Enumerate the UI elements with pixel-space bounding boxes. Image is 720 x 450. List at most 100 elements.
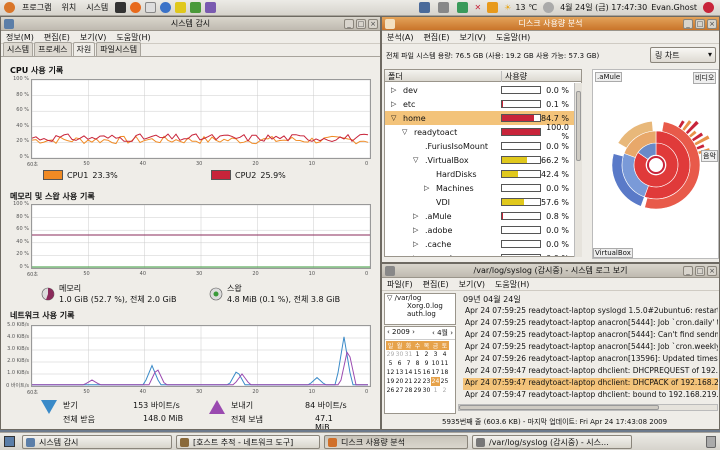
calendar-year[interactable]: ‹ 2009 › bbox=[387, 328, 415, 338]
menu-applications[interactable]: 프로그램 bbox=[17, 2, 56, 13]
log-scrollbar-thumb[interactable] bbox=[459, 405, 659, 410]
log-titlebar[interactable]: /var/log/syslog (감시중) - 시스템 로그 보기 _ □ × bbox=[382, 264, 719, 278]
calendar-day[interactable]: 6 bbox=[395, 359, 404, 368]
calendar-day[interactable]: 28 bbox=[404, 386, 413, 395]
log-line[interactable]: Apr 24 07:59:25 readytoact-laptop anacro… bbox=[463, 330, 718, 342]
memory-pie-icon[interactable] bbox=[41, 287, 55, 301]
calendar-day[interactable]: 8 bbox=[413, 359, 422, 368]
tree-row[interactable]: ▷ etc 0.1 % bbox=[385, 97, 580, 111]
help-launcher-icon[interactable] bbox=[160, 2, 172, 13]
calendar-day[interactable]: 2 bbox=[440, 386, 449, 395]
log-close-button[interactable]: × bbox=[707, 266, 717, 276]
log-line[interactable]: Apr 24 07:59:26 readytoact-laptop anacro… bbox=[463, 354, 718, 366]
trash-icon[interactable] bbox=[706, 436, 716, 448]
firefox-launcher-icon[interactable] bbox=[130, 2, 142, 13]
taskbar-button[interactable]: 시스템 감시 bbox=[22, 435, 172, 449]
log-line[interactable]: Apr 24 07:59:47 readytoact-laptop dhclie… bbox=[463, 390, 718, 402]
email-launcher-icon[interactable] bbox=[145, 2, 157, 13]
calendar-day[interactable]: 26 bbox=[386, 386, 395, 395]
calendar-day[interactable]: 20 bbox=[395, 377, 404, 386]
swap-pie-icon[interactable] bbox=[209, 287, 223, 301]
calendar-day[interactable]: 4 bbox=[440, 350, 449, 359]
close-notification-icon[interactable]: ✕ bbox=[474, 3, 481, 12]
taskbar-button[interactable]: [호스트 추적 - 네트워크 도구] bbox=[176, 435, 320, 449]
terminal-launcher-icon[interactable] bbox=[115, 2, 127, 13]
calendar-day[interactable]: 29 bbox=[413, 386, 422, 395]
tab-processes[interactable]: 프로세스 bbox=[34, 42, 72, 56]
chart-type-select[interactable]: 링 차트 ▾ bbox=[650, 47, 716, 63]
cpu1-color-swatch[interactable] bbox=[43, 170, 63, 180]
calendar-day[interactable]: 21 bbox=[404, 377, 413, 386]
collapse-icon[interactable]: ▽ bbox=[413, 156, 418, 164]
expand-icon[interactable]: ▷ bbox=[391, 100, 396, 108]
column-folder[interactable]: 폴더 bbox=[388, 71, 403, 82]
calendar-day[interactable]: 1 bbox=[431, 386, 440, 395]
calendar-day[interactable]: 30 bbox=[395, 350, 404, 359]
menu-help[interactable]: 도움말(H) bbox=[491, 32, 535, 43]
sysmon-titlebar[interactable]: 시스템 감시 _ □ × bbox=[1, 17, 380, 31]
log-maximize-button[interactable]: □ bbox=[695, 266, 705, 276]
expand-icon[interactable]: ▷ bbox=[413, 212, 418, 220]
minimize-button[interactable]: _ bbox=[344, 19, 354, 29]
maximize-button[interactable]: □ bbox=[356, 19, 366, 29]
tree-row[interactable]: ▷ .compiz 0.0 % bbox=[385, 251, 580, 256]
menu-info[interactable]: 정보(M) bbox=[1, 32, 39, 43]
tree-row[interactable]: ▷ Machines 0.0 % bbox=[385, 181, 580, 195]
calendar-day[interactable]: 30 bbox=[422, 386, 431, 395]
log-minimize-button[interactable]: _ bbox=[683, 266, 693, 276]
disk-close-button[interactable]: × bbox=[707, 19, 717, 29]
tree-scrollbar[interactable] bbox=[574, 83, 582, 257]
menu-edit[interactable]: 편집(E) bbox=[39, 32, 75, 43]
menu-view[interactable]: 보기(V) bbox=[454, 279, 490, 290]
arrow-up-icon[interactable] bbox=[209, 400, 225, 414]
log-line[interactable]: Apr 24 07:59:25 readytoact-laptop anacro… bbox=[463, 318, 718, 330]
menu-view[interactable]: 보기(V) bbox=[75, 32, 111, 43]
ring-center[interactable] bbox=[647, 156, 665, 174]
log-line[interactable]: Apr 24 07:59:25 readytoact-laptop syslog… bbox=[463, 306, 718, 318]
calendar-day[interactable]: 25 bbox=[440, 377, 449, 386]
log-line[interactable]: Apr 24 07:59:25 readytoact-laptop anacro… bbox=[463, 342, 718, 354]
ring-chart-svg[interactable] bbox=[593, 70, 720, 260]
calendar-day[interactable]: 15 bbox=[413, 368, 422, 377]
menu-edit[interactable]: 편집(E) bbox=[418, 279, 454, 290]
power-icon[interactable] bbox=[703, 2, 714, 13]
calendar-day[interactable]: 31 bbox=[404, 350, 413, 359]
calendar-day[interactable]: 10 bbox=[431, 359, 440, 368]
calendar-day[interactable]: 11 bbox=[440, 359, 449, 368]
calendar-day[interactable]: 17 bbox=[431, 368, 440, 377]
calendar-day[interactable]: 19 bbox=[386, 377, 395, 386]
calendar-day[interactable]: 3 bbox=[431, 350, 440, 359]
collapse-icon[interactable]: ▽ bbox=[391, 114, 396, 122]
calendar-day[interactable]: 29 bbox=[386, 350, 395, 359]
collapse-icon[interactable]: ▽ bbox=[402, 128, 407, 136]
calendar-day[interactable]: 1 bbox=[413, 350, 422, 359]
menu-analyze[interactable]: 분석(A) bbox=[382, 32, 418, 43]
temperature[interactable]: 13 ℃ bbox=[515, 3, 537, 12]
calendar-day[interactable]: 12 bbox=[386, 368, 395, 377]
menu-view[interactable]: 보기(V) bbox=[454, 32, 490, 43]
volume-icon[interactable] bbox=[438, 2, 450, 13]
tree-row[interactable]: ▷ .adobe 0.0 % bbox=[385, 223, 580, 237]
disk-titlebar[interactable]: 디스크 사용량 분석 _ □ × bbox=[382, 17, 719, 31]
menu-file[interactable]: 파일(F) bbox=[382, 279, 418, 290]
calendar-day[interactable]: 2 bbox=[422, 350, 431, 359]
log-tree-item[interactable]: auth.log bbox=[385, 310, 455, 318]
menu-edit[interactable]: 편집(E) bbox=[418, 32, 454, 43]
tree-row[interactable]: ▷ dev 0.0 % bbox=[385, 83, 580, 97]
expand-icon[interactable]: ▷ bbox=[413, 254, 418, 256]
log-scrollbar[interactable] bbox=[458, 404, 718, 411]
calendar-day[interactable]: 5 bbox=[386, 359, 395, 368]
tab-filesystems[interactable]: 파일시스템 bbox=[96, 42, 142, 56]
check-launcher-icon[interactable] bbox=[190, 2, 202, 13]
image-launcher-icon[interactable] bbox=[205, 2, 217, 13]
tree-expand-icon[interactable]: ▽ bbox=[387, 294, 395, 302]
log-line[interactable]: Apr 24 07:59:47 readytoact-laptop dhclie… bbox=[463, 366, 718, 378]
column-usage[interactable]: 사용량 bbox=[501, 71, 527, 82]
chat-icon[interactable] bbox=[457, 2, 469, 13]
expand-icon[interactable]: ▷ bbox=[413, 226, 418, 234]
calendar-day[interactable]: 18 bbox=[440, 368, 449, 377]
menu-help[interactable]: 도움말(H) bbox=[111, 32, 155, 43]
network-icon[interactable] bbox=[419, 2, 431, 13]
disk-maximize-button[interactable]: □ bbox=[695, 19, 705, 29]
calendar-day[interactable]: 22 bbox=[413, 377, 422, 386]
